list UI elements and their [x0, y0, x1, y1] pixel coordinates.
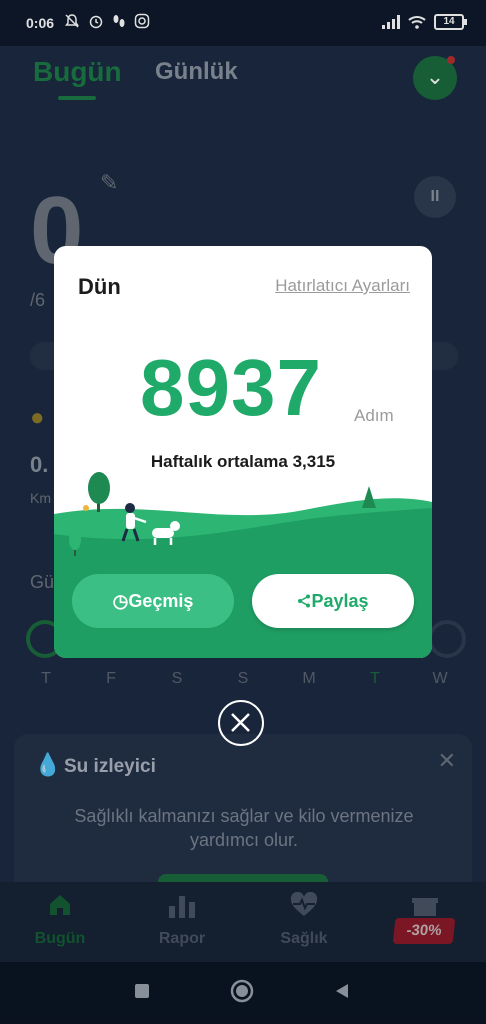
dog-head [170, 521, 180, 531]
person-body [126, 513, 135, 529]
tree-icon [88, 472, 110, 504]
close-icon [231, 713, 250, 732]
history-button[interactable]: ◷Geçmiş [72, 574, 234, 628]
step-unit: Adım [354, 406, 394, 425]
share-button[interactable]: Paylaş [252, 574, 414, 628]
share-button-label: Paylaş [311, 591, 369, 611]
pine-tree-icon [362, 486, 376, 508]
tree-icon [69, 530, 81, 550]
history-icon: ◷ [112, 591, 129, 611]
person-head [125, 503, 135, 513]
dialog-title: Dün [78, 274, 121, 299]
history-button-label: Geçmiş [128, 591, 194, 611]
step-count: 8937 [140, 343, 322, 432]
reminder-settings-link[interactable]: Hatırlatıcı Ayarları [275, 276, 410, 296]
daily-summary-dialog: Dün Hatırlatıcı Ayarları 8937 Adım Hafta… [54, 246, 432, 658]
sun-dot [83, 505, 89, 511]
hills-illustration [54, 472, 432, 658]
close-dialog-button[interactable] [218, 700, 264, 746]
dog-body [152, 528, 174, 538]
share-icon [298, 594, 311, 608]
